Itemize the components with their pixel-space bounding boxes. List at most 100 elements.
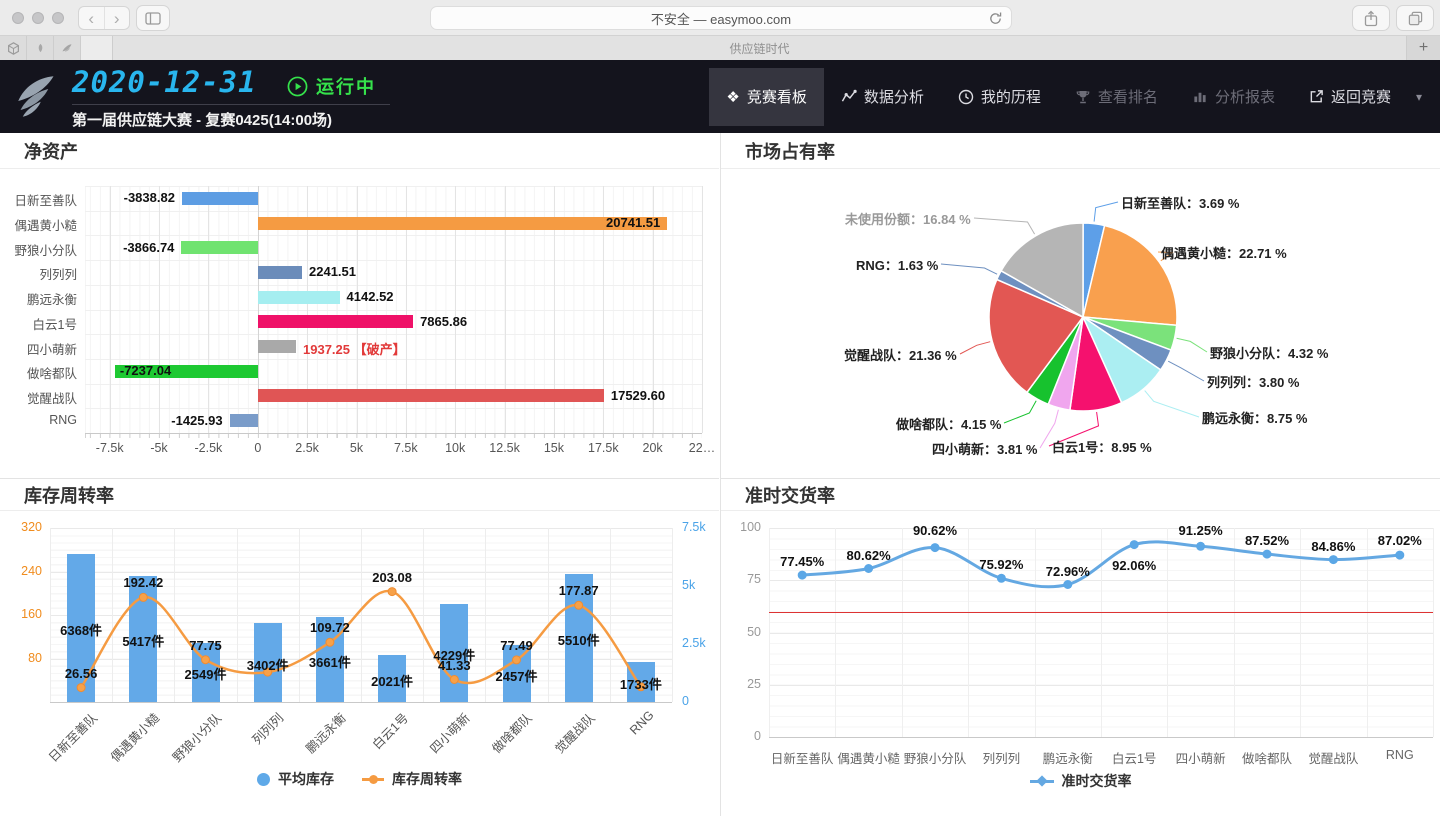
nav-item-dashboard[interactable]: ❖竞赛看板 (709, 68, 823, 126)
x-axis-ticks (85, 434, 702, 438)
y-axis-label: 鹏远永衡 (0, 289, 77, 308)
bar-觉醒战队 (258, 389, 604, 402)
line-value-label: 109.72 (310, 620, 350, 635)
wing-favicon-icon (60, 42, 74, 54)
bar-日新至善队 (182, 192, 258, 205)
nav-item-label: 分析报表 (1215, 86, 1275, 107)
grid-row-line (85, 334, 702, 335)
pie-label-觉醒战队: 觉醒战队：21.36 % (844, 345, 957, 364)
share-button[interactable] (1352, 5, 1390, 31)
nav-item-label: 我的历程 (981, 86, 1041, 107)
nav-item-rankings[interactable]: 查看排名 (1058, 68, 1175, 126)
grid-row-line (85, 235, 702, 236)
line-value-label: 177.87 (559, 583, 599, 598)
line-value-label: 77.75 (189, 638, 222, 653)
grid-row-line (85, 408, 702, 409)
nav-item-reports[interactable]: 分析报表 (1175, 68, 1292, 126)
bar-value-label: -7237.04 (120, 363, 171, 378)
sidebar-button[interactable] (136, 5, 170, 31)
clock-icon (958, 89, 974, 105)
bar-value-label: 2241.51 (309, 264, 356, 279)
panel-inventory-turnover: 库存周转率 平均库存 库存周转率 320240160807.5k5k2.5k06… (0, 478, 719, 816)
y-axis-label: 觉醒战队 (0, 388, 77, 407)
y-axis-label: 白云1号 (0, 314, 77, 333)
tabs-icon (1408, 11, 1423, 26)
active-tab-title[interactable]: 供应链时代 (113, 36, 1406, 60)
zoom-button[interactable] (52, 12, 64, 24)
x-axis-tick: 7.5k (394, 441, 418, 455)
reload-icon[interactable] (988, 11, 1003, 29)
bar-value-label: 3402件 (247, 655, 289, 674)
point-value-label: 87.02% (1378, 533, 1422, 548)
pinned-tab-1[interactable] (0, 36, 27, 60)
y-axis-label: 四小萌新 (0, 339, 77, 358)
bar-value-label: 4142.52 (347, 289, 394, 304)
panel-on-time-delivery: 准时交货率 准时交货率 100755025077.45%80.62%90.62%… (720, 478, 1440, 816)
browser-toolbar: ‹ › 不安全 — easymoo.com (0, 0, 1440, 36)
history-nav-buttons: ‹ › (78, 6, 130, 30)
net-assets-chart: -7.5k-5k-2.5k02.5k5k7.5k10k12.5k15k17.5k… (0, 169, 719, 478)
wing-logo-icon (10, 70, 58, 123)
x-axis-tick: 10k (445, 441, 465, 455)
x-axis-tick: 12.5k (489, 441, 520, 455)
x-axis-tick: 0 (254, 441, 261, 455)
y-axis-label: 列列列 (0, 264, 77, 283)
bar-鹏远永衡 (258, 291, 340, 304)
bar-value-label: 3661件 (309, 652, 351, 671)
x-axis-tick: 2.5k (295, 441, 319, 455)
point-value-label: 80.62% (847, 548, 891, 563)
simulation-date: 2020-12-31 (72, 65, 257, 99)
dashboard-content: 净资产 -7.5k-5k-2.5k02.5k5k7.5k10k12.5k15k1… (0, 133, 1440, 816)
new-tab-button[interactable]: + (1406, 36, 1440, 60)
back-button[interactable]: ‹ (79, 7, 105, 29)
bar-value-label: 1733件 (620, 674, 662, 693)
show-tabs-button[interactable] (1396, 5, 1434, 31)
bar-value-label: 5510件 (558, 630, 600, 649)
nav-item-my-history[interactable]: 我的历程 (941, 68, 1058, 126)
nav-item-data-analysis[interactable]: 数据分析 (824, 68, 941, 126)
bar-value-label: 5417件 (122, 631, 164, 650)
bar-chart-icon (1192, 89, 1208, 104)
close-button[interactable] (12, 12, 24, 24)
pinned-tab-2[interactable] (27, 36, 54, 60)
pie-label-偶遇黄小糙: 偶遇黄小糙：22.71 % (1161, 243, 1287, 262)
grid-row-line (85, 384, 702, 385)
share-icon (1364, 10, 1378, 27)
point-value-label: 75.92% (979, 557, 1023, 572)
pinned-tab-4[interactable] (81, 36, 113, 60)
x-axis-tick: 20k (643, 441, 663, 455)
line-value-label: 203.08 (372, 570, 412, 585)
y-axis-label: 野狼小分队 (0, 240, 77, 259)
leaf-favicon-icon (35, 42, 46, 54)
point-value-label: 90.62% (913, 523, 957, 538)
url-field[interactable]: 不安全 — easymoo.com (430, 6, 1012, 30)
forward-button[interactable]: › (105, 7, 130, 29)
panel-title: 准时交货率 (721, 479, 1440, 511)
nav-item-label: 数据分析 (864, 86, 924, 107)
pinned-tab-3[interactable] (54, 36, 81, 60)
grid-row-line (85, 359, 702, 360)
bar-value-label: -3866.74 (123, 240, 174, 255)
minimize-button[interactable] (32, 12, 44, 24)
grid-row-line (85, 285, 702, 286)
bar-RNG (230, 414, 258, 427)
bar-value-label: 6368件 (60, 620, 102, 639)
bar-value-label: 17529.60 (611, 388, 665, 403)
grid-row-line (85, 260, 702, 261)
app-header: 2020-12-31 运行中 第一届供应链大赛 - 复赛0425(14:00场)… (0, 60, 1440, 133)
pie-label-四小萌新: 四小萌新：3.81 % (932, 439, 1037, 458)
bar-value-label: 7865.86 (420, 314, 467, 329)
line-value-label: 192.42 (123, 575, 163, 590)
nav-item-back-to-contest[interactable]: 返回竞赛 (1292, 68, 1408, 126)
line-value-label: 77.49 (500, 638, 533, 653)
x-axis-tick: 22… (689, 441, 715, 455)
pie-label-列列列: 列列列：3.80 % (1207, 372, 1299, 391)
nav-caret[interactable]: ▾ (1408, 90, 1430, 104)
grid-major (110, 186, 111, 433)
play-circle-icon (287, 76, 308, 97)
nav-item-label: 查看排名 (1098, 86, 1158, 107)
run-status-label: 运行中 (316, 73, 376, 99)
pie-label-野狼小分队: 野狼小分队：4.32 % (1210, 343, 1328, 362)
app-logo (10, 70, 58, 128)
point-value-label: 92.06% (1112, 558, 1156, 573)
